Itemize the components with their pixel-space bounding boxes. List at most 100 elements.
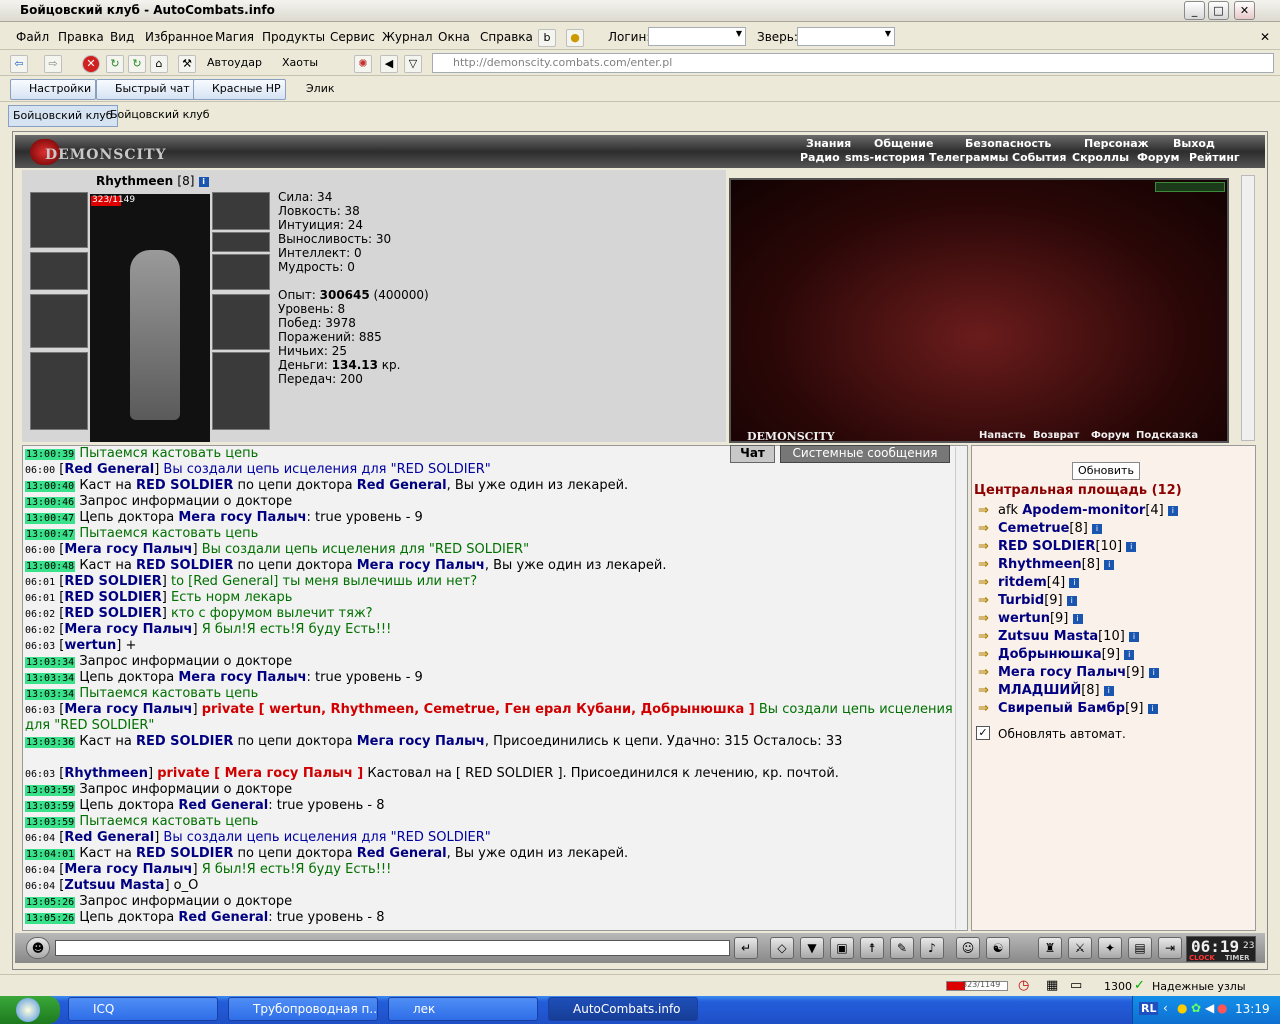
user-name[interactable]: RED SOLDIER (998, 539, 1095, 554)
login-select[interactable]: ▼ (648, 27, 746, 46)
nav-sms[interactable]: sms-история (845, 151, 925, 164)
scene-hint[interactable]: Подсказка (1136, 430, 1198, 441)
nav-communication[interactable]: Общение (874, 137, 933, 150)
language-indicator[interactable]: RL (1139, 1002, 1159, 1015)
tray-security-icon[interactable]: ● (1217, 1001, 1227, 1015)
back-icon[interactable]: ⇦ (10, 55, 28, 73)
private-arrow-icon[interactable]: ⇒ (978, 556, 998, 574)
menu-edit[interactable]: Правка (58, 30, 104, 44)
menu-favorites[interactable]: Избранное (145, 30, 213, 44)
tab-system[interactable]: Системные сообщения (780, 445, 950, 463)
chat-nick[interactable]: Мега госу Палыч (64, 542, 192, 557)
user-list-item[interactable]: ⇒ Свирепый Бамбр[9] i (978, 700, 1158, 718)
auto-refresh-checkbox[interactable]: ✓ (976, 726, 990, 740)
chat-nick[interactable]: Red General (64, 462, 154, 477)
chat-input[interactable] (55, 940, 730, 956)
chat-nick[interactable]: RED SOLDIER (136, 558, 233, 573)
user-list-item[interactable]: ⇒ afk Apodem-monitor[4] i (978, 502, 1178, 520)
chat-nick[interactable]: Мега госу Палыч (64, 622, 192, 637)
tab-chat[interactable]: Чат (730, 445, 775, 463)
menu-windows[interactable]: Окна (438, 30, 470, 44)
settings-button[interactable]: Настройки (10, 79, 97, 100)
helmet-slot[interactable] (30, 192, 88, 248)
nav-security[interactable]: Безопасность (965, 137, 1051, 150)
legs-slot[interactable] (212, 352, 270, 430)
chat-nick[interactable]: RED SOLDIER (64, 590, 161, 605)
nav-exit[interactable]: Выход (1173, 137, 1215, 150)
tab-fightclub-active[interactable]: Бойцовский клуб (8, 105, 118, 127)
private-arrow-icon[interactable]: ⇒ (978, 502, 998, 520)
user-list-item[interactable]: ⇒ Добрынюшка[9] i (978, 646, 1135, 664)
task-firefox[interactable]: Трубопроводная п... (228, 997, 378, 1021)
chat-nick[interactable]: RED SOLDIER (136, 846, 233, 861)
close-button[interactable]: ✕ (1234, 1, 1255, 20)
chat-nick[interactable]: RED SOLDIER (136, 734, 233, 749)
user-name[interactable]: Zutsuu Masta (998, 629, 1098, 644)
private-arrow-icon[interactable]: ⇒ (978, 700, 998, 718)
menu-products[interactable]: Продукты (262, 30, 325, 44)
nav-radio[interactable]: Радио (800, 151, 840, 164)
scene-forum[interactable]: Форум (1091, 430, 1130, 441)
maximize-button[interactable]: □ (1208, 1, 1229, 20)
close-menu-icon[interactable]: ✕ (1260, 30, 1270, 44)
user-name[interactable]: МЛАДШИЙ (998, 683, 1081, 698)
chat-nick[interactable]: wertun (64, 638, 116, 653)
info-icon[interactable]: i (1066, 595, 1077, 606)
user-name[interactable]: Turbid (998, 593, 1044, 608)
menu-help[interactable]: Справка (480, 30, 533, 44)
user-name[interactable]: Свирепый Бамбр (998, 701, 1125, 716)
chat-nick[interactable]: RED SOLDIER (136, 478, 233, 493)
scene-return[interactable]: Возврат (1033, 430, 1079, 441)
menu-service[interactable]: Сервис (330, 30, 375, 44)
gloves-slot[interactable] (212, 254, 270, 290)
user-list-item[interactable]: ⇒ ritdem[4] i (978, 574, 1080, 592)
nav-character[interactable]: Персонаж (1084, 137, 1149, 150)
eraser-icon[interactable]: ◇ (770, 937, 794, 959)
nav-events[interactable]: События (1012, 151, 1066, 164)
inventory-icon[interactable]: ▤ (1128, 937, 1152, 959)
bulb-icon[interactable]: ● (566, 29, 584, 47)
user-name[interactable]: Rhythmeen (998, 557, 1082, 572)
bracers-slot[interactable] (30, 252, 88, 290)
game-scene[interactable]: DEMONSCITY Напасть Возврат Форум Подсказ… (729, 178, 1229, 443)
sound-icon[interactable]: ◀ (380, 55, 398, 73)
private-arrow-icon[interactable]: ⇒ (978, 520, 998, 538)
minimize-button[interactable]: _ (1184, 1, 1205, 20)
chat-nick[interactable]: Мега госу Палыч (178, 510, 306, 525)
info-icon[interactable]: i (1126, 541, 1137, 552)
chat-nick[interactable]: Мега госу Палыч (357, 734, 485, 749)
translit-icon[interactable]: ☯ (986, 937, 1010, 959)
menu-journal[interactable]: Журнал (382, 30, 433, 44)
fighter-icon[interactable]: ☨ (860, 937, 884, 959)
status-clock-icon[interactable]: ◷ (1018, 978, 1029, 993)
private-arrow-icon[interactable]: ⇒ (978, 538, 998, 556)
user-list-item[interactable]: ⇒ Zutsuu Masta[10] i (978, 628, 1139, 646)
tray-volume-icon[interactable]: ◀ (1205, 1001, 1214, 1015)
info-icon[interactable]: i (1104, 559, 1115, 570)
private-arrow-icon[interactable]: ⇒ (978, 610, 998, 628)
sound-chat-icon[interactable]: ♪ (920, 937, 944, 959)
chat-nick[interactable]: Red General (178, 910, 268, 925)
sword-icon[interactable]: ⚔ (1068, 937, 1092, 959)
stop-icon[interactable]: ✕ (82, 55, 100, 73)
private-arrow-icon[interactable]: ⇒ (978, 628, 998, 646)
brain-icon[interactable]: ✺ (354, 55, 372, 73)
chat-nick[interactable]: Red General (357, 478, 447, 493)
info-icon[interactable]: i (1124, 649, 1135, 660)
smile-icon[interactable]: ☺ (956, 937, 980, 959)
menu-magic[interactable]: Магия (215, 30, 254, 44)
weapon-slot[interactable] (30, 294, 88, 348)
chaos-button[interactable]: Хаоты (282, 56, 318, 69)
forward-icon[interactable]: ⇨ (44, 55, 62, 73)
private-arrow-icon[interactable]: ⇒ (978, 592, 998, 610)
save-icon[interactable]: ▣ (830, 937, 854, 959)
chat-nick[interactable]: Zutsuu Masta (64, 878, 164, 893)
chat-nick[interactable]: Мега госу Палыч (64, 862, 192, 877)
chat-nick[interactable]: RED SOLDIER (64, 574, 161, 589)
chat-nick[interactable]: Rhythmeen (64, 766, 148, 781)
address-bar[interactable]: http://demonscity.combats.com/enter.pl (432, 53, 1274, 73)
task-autocombats[interactable]: AutoCombats.info (548, 997, 698, 1021)
user-list-item[interactable]: ⇒ МЛАДШИЙ[8] i (978, 682, 1114, 700)
private-arrow-icon[interactable]: ⇒ (978, 664, 998, 682)
start-button[interactable] (0, 996, 60, 1024)
